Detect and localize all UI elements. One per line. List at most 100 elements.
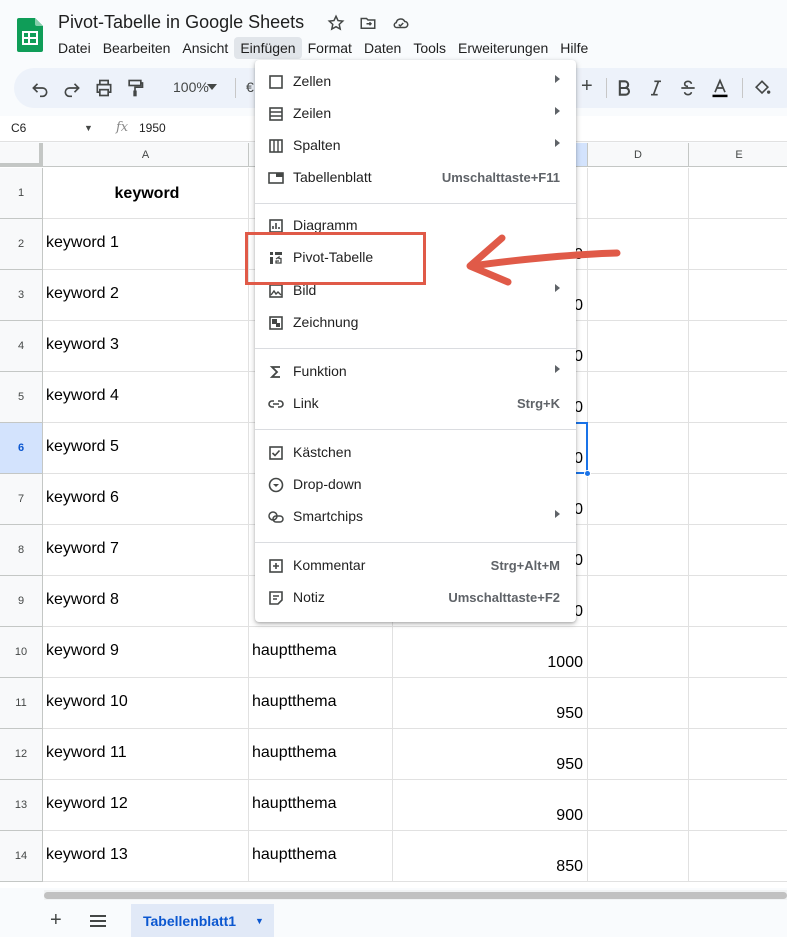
cell-b11[interactable]: hauptthema: [249, 678, 393, 729]
row-header[interactable]: 9: [0, 576, 43, 627]
cell-d14[interactable]: [588, 831, 689, 882]
cell-a9[interactable]: keyword 8: [43, 576, 249, 627]
row-header[interactable]: 7: [0, 474, 43, 525]
menu-item-kommentar[interactable]: Kommentar Strg+Alt+M: [255, 550, 576, 582]
cell-e10[interactable]: [689, 627, 787, 678]
menu-tools[interactable]: Tools: [407, 37, 452, 59]
menu-item-tabellenblatt[interactable]: Tabellenblatt Umschalttaste+F11: [255, 162, 576, 194]
row-header[interactable]: 5: [0, 372, 43, 423]
sheets-logo-icon[interactable]: [17, 18, 43, 52]
cell-a7[interactable]: keyword 6: [43, 474, 249, 525]
cell-e5[interactable]: [689, 372, 787, 423]
cell-e8[interactable]: [689, 525, 787, 576]
cell-e9[interactable]: [689, 576, 787, 627]
add-sheet-button[interactable]: +: [50, 910, 62, 930]
move-folder-icon[interactable]: [359, 14, 377, 32]
cell-b10[interactable]: hauptthema: [249, 627, 393, 678]
cell-d7[interactable]: [588, 474, 689, 525]
cell-a12[interactable]: keyword 11: [43, 729, 249, 780]
menu-item-k-stchen[interactable]: Kästchen: [255, 437, 576, 469]
cell-d8[interactable]: [588, 525, 689, 576]
zoom-caret-icon[interactable]: [207, 83, 217, 91]
cell-b12[interactable]: hauptthema: [249, 729, 393, 780]
row-header[interactable]: 2: [0, 219, 43, 270]
cell-d12[interactable]: [588, 729, 689, 780]
horizontal-scrollbar[interactable]: [44, 890, 787, 900]
menu-format[interactable]: Format: [302, 37, 358, 59]
cell-a11[interactable]: keyword 10: [43, 678, 249, 729]
cell-b13[interactable]: hauptthema: [249, 780, 393, 831]
cell-c11[interactable]: 950: [393, 678, 588, 729]
menu-item-zellen[interactable]: Zellen: [255, 66, 576, 98]
menu-bearbeiten[interactable]: Bearbeiten: [97, 37, 177, 59]
cell-a5[interactable]: keyword 4: [43, 372, 249, 423]
menu-hilfe[interactable]: Hilfe: [554, 37, 594, 59]
menu-daten[interactable]: Daten: [358, 37, 407, 59]
name-box[interactable]: C6: [11, 121, 26, 135]
row-header[interactable]: 4: [0, 321, 43, 372]
cell-a6[interactable]: keyword 5: [43, 423, 249, 474]
menu-item-zeichnung[interactable]: Zeichnung: [255, 307, 576, 339]
menu-ansicht[interactable]: Ansicht: [176, 37, 234, 59]
sheet-tab[interactable]: Tabellenblatt1 ▼: [131, 904, 274, 937]
menu-einfuegen[interactable]: Einfügen: [234, 37, 302, 59]
cell-d5[interactable]: [588, 372, 689, 423]
row-header[interactable]: 11: [0, 678, 43, 729]
font-size-increase-button[interactable]: +: [581, 75, 593, 98]
cloud-saved-icon[interactable]: [391, 14, 411, 32]
cell-c12[interactable]: 950: [393, 729, 588, 780]
cell-a10[interactable]: keyword 9: [43, 627, 249, 678]
name-box-caret-icon[interactable]: ▼: [84, 123, 93, 133]
cell-d9[interactable]: [588, 576, 689, 627]
zoom-select[interactable]: 100%: [173, 79, 209, 95]
column-header-a[interactable]: A: [43, 143, 249, 167]
cell-e2[interactable]: [689, 219, 787, 270]
all-sheets-menu-icon[interactable]: [90, 915, 106, 927]
select-all-corner[interactable]: [0, 143, 43, 167]
row-header[interactable]: 1: [0, 168, 43, 219]
cell-e3[interactable]: [689, 270, 787, 321]
cell-d1[interactable]: [588, 168, 689, 219]
cell-d6[interactable]: [588, 423, 689, 474]
currency-format-button[interactable]: €: [246, 79, 254, 95]
cell-d4[interactable]: [588, 321, 689, 372]
row-header[interactable]: 6: [0, 423, 43, 474]
cell-d10[interactable]: [588, 627, 689, 678]
menu-datei[interactable]: Datei: [52, 37, 97, 59]
cell-a4[interactable]: keyword 3: [43, 321, 249, 372]
menu-erweiterungen[interactable]: Erweiterungen: [452, 37, 554, 59]
formula-input[interactable]: 1950: [139, 121, 166, 135]
menu-item-link[interactable]: Link Strg+K: [255, 388, 576, 420]
fill-handle[interactable]: [584, 470, 591, 477]
print-icon[interactable]: [94, 78, 114, 98]
cell-a3[interactable]: keyword 2: [43, 270, 249, 321]
document-title[interactable]: Pivot-Tabelle in Google Sheets: [58, 12, 304, 33]
cell-e12[interactable]: [689, 729, 787, 780]
strikethrough-icon[interactable]: [678, 78, 698, 98]
text-color-icon[interactable]: [710, 78, 730, 98]
cell-d13[interactable]: [588, 780, 689, 831]
row-header[interactable]: 14: [0, 831, 43, 882]
row-header[interactable]: 8: [0, 525, 43, 576]
paint-format-icon[interactable]: [125, 78, 145, 98]
cell-a8[interactable]: keyword 7: [43, 525, 249, 576]
row-header[interactable]: 13: [0, 780, 43, 831]
cell-a14[interactable]: keyword 13: [43, 831, 249, 882]
cell-c14[interactable]: 850: [393, 831, 588, 882]
cell-e13[interactable]: [689, 780, 787, 831]
cell-e1[interactable]: [689, 168, 787, 219]
row-header[interactable]: 10: [0, 627, 43, 678]
cell-e7[interactable]: [689, 474, 787, 525]
column-header-d[interactable]: D: [588, 143, 689, 167]
cell-a2[interactable]: keyword 1: [43, 219, 249, 270]
scrollbar-thumb[interactable]: [44, 892, 787, 899]
sheet-tab-caret-icon[interactable]: ▼: [255, 904, 264, 937]
fill-color-icon[interactable]: [752, 78, 772, 98]
cell-e14[interactable]: [689, 831, 787, 882]
menu-item-notiz[interactable]: Notiz Umschalttaste+F2: [255, 582, 576, 614]
bold-icon[interactable]: [614, 78, 634, 98]
italic-icon[interactable]: [646, 78, 666, 98]
menu-item-spalten[interactable]: Spalten: [255, 130, 576, 162]
cell-e6[interactable]: [689, 423, 787, 474]
menu-item-zeilen[interactable]: Zeilen: [255, 98, 576, 130]
